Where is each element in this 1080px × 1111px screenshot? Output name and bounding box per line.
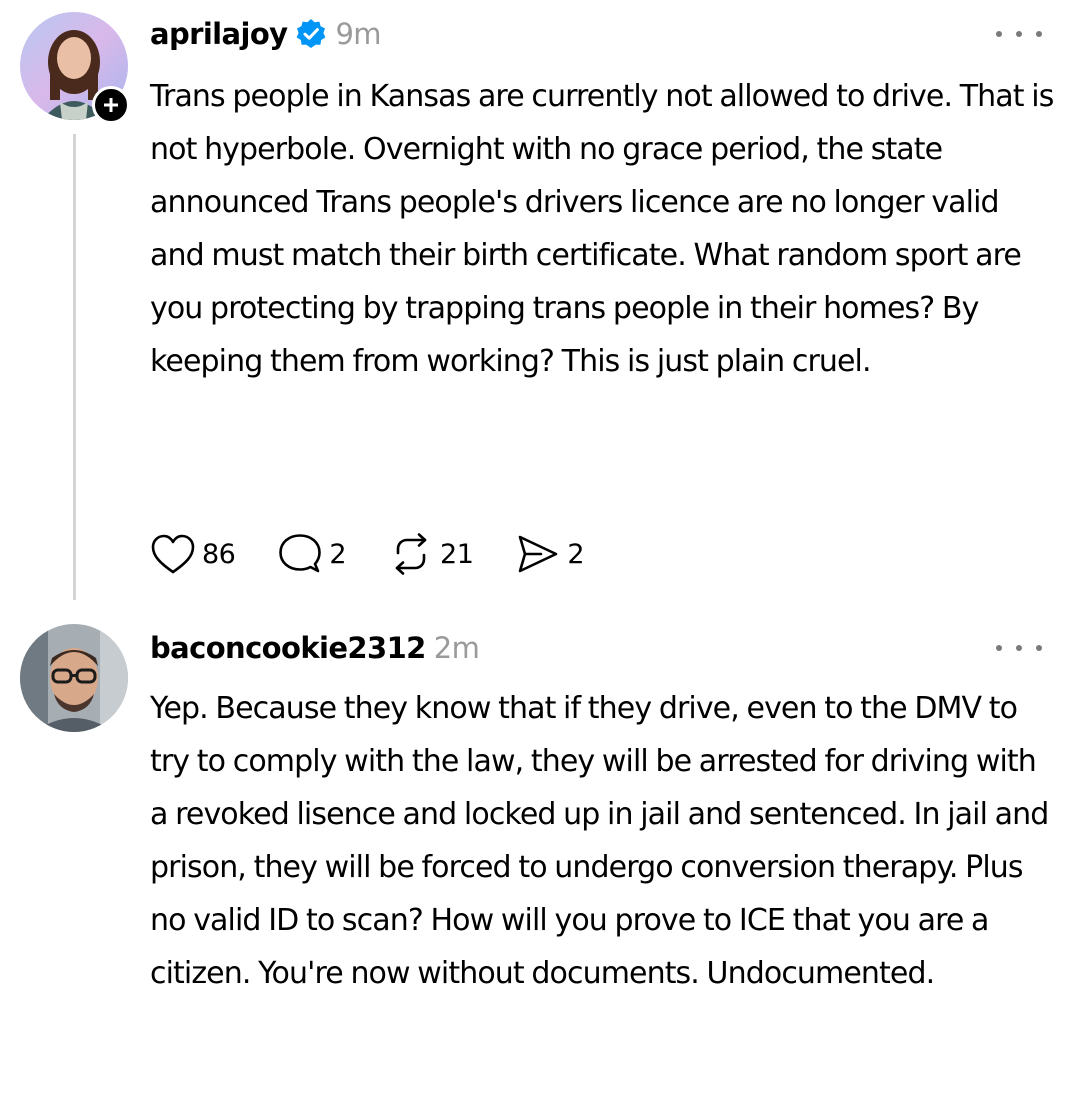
- username[interactable]: aprilajoy: [150, 17, 288, 51]
- timestamp: 9m: [335, 17, 381, 51]
- ellipsis-icon-dot: [1016, 645, 1022, 651]
- comment-bubble-icon: [279, 534, 322, 573]
- plus-icon: [104, 98, 118, 112]
- ellipsis-icon-dot: [996, 31, 1002, 37]
- ellipsis-icon-dot: [996, 645, 1002, 651]
- like-count: 86: [202, 538, 236, 570]
- post-text: Yep. Because they know that if they driv…: [150, 691, 1049, 991]
- repost-count: 21: [440, 538, 474, 570]
- post-baconcookie2312: baconcookie2312 2m Yep. Because they kno…: [0, 600, 1080, 1111]
- like-button[interactable]: 86: [150, 532, 236, 576]
- more-options-button[interactable]: [996, 638, 1042, 658]
- heart-icon: [151, 534, 195, 574]
- share-count: 2: [567, 538, 585, 570]
- share-button[interactable]: 2: [515, 532, 585, 576]
- ellipsis-icon-dot: [1036, 31, 1042, 37]
- post-header: baconcookie2312 2m: [150, 626, 480, 670]
- reply-count: 2: [329, 538, 347, 570]
- ellipsis-icon-dot: [1016, 31, 1022, 37]
- repost-button[interactable]: 21: [388, 532, 474, 576]
- more-options-button[interactable]: [996, 24, 1042, 44]
- repost-arrows-icon: [395, 533, 427, 575]
- ellipsis-icon-dot: [1036, 645, 1042, 651]
- post-aprilajoy: aprilajoy 9m Trans people in Kansas are …: [0, 0, 1080, 600]
- avatar-baconcookie2312[interactable]: [20, 624, 128, 732]
- reply-button[interactable]: 2: [277, 532, 347, 576]
- thread-line: [73, 134, 76, 600]
- post-header: aprilajoy 9m: [150, 12, 382, 56]
- timestamp: 2m: [433, 631, 480, 665]
- post-text: Trans people in Kansas are currently not…: [150, 79, 1054, 379]
- follow-button[interactable]: [92, 86, 130, 124]
- action-bar: 86 2 21 2: [150, 532, 626, 576]
- send-icon: [519, 535, 558, 573]
- verified-check-icon: [297, 19, 326, 48]
- username[interactable]: baconcookie2312: [150, 631, 426, 665]
